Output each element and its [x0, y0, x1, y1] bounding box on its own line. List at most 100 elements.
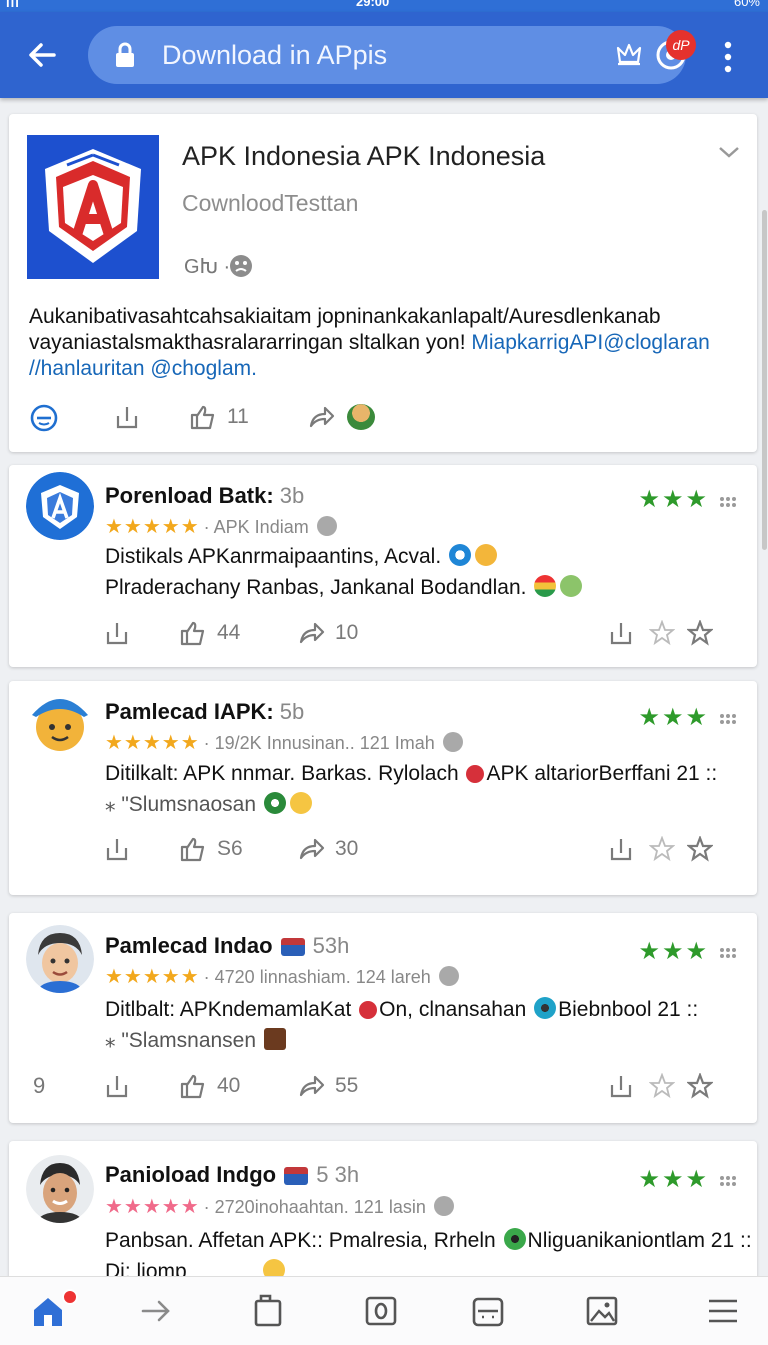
review-meta: · 2720inohaahtan. 121 lasin: [203, 1197, 426, 1217]
address-bar[interactable]: Download in APpis dP: [88, 26, 696, 84]
share-up-icon[interactable]: [105, 1073, 129, 1099]
app-card[interactable]: APK Indonesia APK Indonesia CownloodTest…: [9, 114, 757, 452]
notification-badge[interactable]: dP: [666, 30, 696, 60]
back-arrow-icon[interactable]: [24, 36, 62, 74]
star-outline-icon[interactable]: [649, 1073, 675, 1099]
review-card[interactable]: Pamlecad IAPK: 5b ★★★ ★★★★★ · 19/2K Innusi…: [9, 681, 757, 895]
review-card[interactable]: Panioload Indgo 5 3h ★★★ ★★★★★ · 2720inoh…: [9, 1141, 757, 1291]
share-up-icon[interactable]: [115, 404, 139, 430]
chevron-down-icon[interactable]: [717, 144, 741, 160]
avatar[interactable]: [26, 1155, 94, 1223]
forward-action[interactable]: 30: [297, 836, 358, 862]
like-count: S6: [217, 837, 243, 860]
like-action[interactable]: 40: [179, 1073, 240, 1099]
review-action-row: 40 55: [105, 1073, 745, 1103]
reply-count: 9: [33, 1073, 46, 1098]
thumbs-up-icon: [190, 405, 215, 430]
review-action-row: S6 30: [105, 836, 745, 866]
grid-menu-icon[interactable]: [719, 496, 737, 508]
forward-nav-icon[interactable]: [138, 1293, 174, 1329]
share-up-icon[interactable]: [105, 620, 129, 646]
desc-text: vayaniastalsmakthasralararringan sltalka…: [29, 331, 472, 354]
share-up-icon[interactable]: [105, 836, 129, 862]
hamburger-menu-icon[interactable]: [705, 1293, 741, 1329]
name-text[interactable]: Pamlecad IAPK:: [105, 699, 274, 724]
review-card[interactable]: Porenload Batk: 3b ★★★ ★★★★★ · APK Indiam …: [9, 465, 757, 667]
bookmark-star-icon[interactable]: [687, 1073, 713, 1099]
reviewer-name[interactable]: Porenload Batk: 3b: [105, 483, 304, 509]
like-action[interactable]: 11: [189, 404, 249, 430]
reviewer-name[interactable]: Panioload Indgo 5 3h: [105, 1162, 359, 1188]
like-action[interactable]: S6: [179, 836, 243, 862]
app-description: Aukanibativasahtcahsakiaitam jopninankak…: [29, 304, 749, 382]
like-action[interactable]: 44: [179, 620, 240, 646]
share-up-icon[interactable]: [609, 620, 633, 646]
grid-menu-icon[interactable]: [719, 947, 737, 959]
reviewer-name[interactable]: Pamlecad IAPK: 5b: [105, 699, 304, 725]
camera-icon[interactable]: [363, 1293, 399, 1329]
crown-icon[interactable]: [614, 40, 644, 70]
game-icon[interactable]: [470, 1293, 506, 1329]
star-outline-icon[interactable]: [649, 836, 675, 862]
emoji-icon: [503, 1228, 526, 1250]
review-text: Plraderachany Ranbas, Jankanal Bodandlan…: [105, 572, 745, 603]
green-rating-stars: ★★★: [638, 938, 709, 965]
review-line: ⁎ "Slamsnansen: [105, 1029, 257, 1052]
thumbs-up-icon: [180, 1074, 205, 1099]
share-up-icon[interactable]: [609, 1073, 633, 1099]
top-app-bar: Download in APpis dP: [0, 12, 768, 98]
name-text[interactable]: Porenload Batk:: [105, 483, 274, 508]
rating-stars: ★★★★★: [105, 1196, 200, 1218]
thumbs-up-icon: [180, 837, 205, 862]
green-rating-stars: ★★★: [638, 486, 709, 513]
name-text[interactable]: Panioload Indgo: [105, 1162, 276, 1187]
share-up-icon[interactable]: [609, 836, 633, 862]
emoji-icon: [449, 544, 471, 566]
avatar[interactable]: [26, 925, 94, 993]
thumbs-up-icon: [180, 621, 205, 646]
app-logo-icon: [27, 135, 159, 279]
review-line: ⁎ "Slumsnaosan: [105, 793, 257, 816]
battery-indicator: 60%: [733, 0, 760, 9]
review-text: Ditlbalt: APKndemamlaKat On, clnansahan …: [105, 994, 745, 1025]
forward-action[interactable]: 10: [297, 620, 358, 646]
review-card[interactable]: Pamlecad Indao 53h ★★★ ★★★★★ · 4720 linna…: [9, 913, 757, 1123]
review-action-row: 44 10: [105, 620, 745, 650]
bottom-navigation: [0, 1276, 768, 1345]
review-meta: · 4720 linnashiam. 124 lareh: [203, 967, 431, 987]
avatar[interactable]: [26, 472, 94, 540]
review-line: On, clnansahan: [379, 998, 527, 1021]
share-count: 10: [335, 621, 359, 644]
gallery-icon[interactable]: [584, 1293, 620, 1329]
review-line: Ditilkalt: APK nnmar. Barkas. Rylolach: [105, 762, 459, 785]
url-text[interactable]: Download in APpis: [162, 40, 387, 71]
app-subtitle[interactable]: CownloodTesttan: [182, 190, 358, 217]
emoji-icon: [560, 575, 583, 597]
forward-action[interactable]: [307, 404, 377, 430]
scrollbar-thumb[interactable]: [762, 210, 767, 550]
review-meta: · 19/2K Innusinan.. 121 Imah: [203, 733, 435, 753]
review-meta: · APK Indiam: [203, 517, 309, 537]
tabs-icon[interactable]: [250, 1293, 286, 1329]
grid-menu-icon[interactable]: [719, 1175, 737, 1187]
desc-handle-link[interactable]: //hanlauritan @choglam.: [29, 356, 749, 382]
bookmark-star-icon[interactable]: [687, 620, 713, 646]
desc-line: vayaniastalsmakthasralararringan sltalka…: [29, 330, 749, 356]
desc-link[interactable]: MiapkarrigAPI@cloglaran: [471, 331, 709, 354]
home-icon[interactable]: [30, 1293, 66, 1329]
forward-arrow-icon: [309, 406, 335, 428]
grid-menu-icon[interactable]: [719, 713, 737, 725]
avatar[interactable]: [26, 687, 94, 755]
overflow-menu-icon[interactable]: [722, 40, 734, 74]
bookmark-star-icon[interactable]: [687, 836, 713, 862]
rating-row: ★★★★★ · APK Indiam: [105, 514, 339, 539]
reviewer-name[interactable]: Pamlecad Indao 53h: [105, 933, 349, 959]
smile-react-icon[interactable]: [29, 404, 59, 432]
review-line: Ditlbalt: APKndemamlaKat: [105, 998, 352, 1021]
forward-action[interactable]: 55: [297, 1073, 358, 1099]
star-outline-icon[interactable]: [649, 620, 675, 646]
desc-line: Aukanibativasahtcahsakiaitam jopninankak…: [29, 305, 661, 328]
name-text[interactable]: Pamlecad Indao: [105, 933, 273, 958]
green-rating-stars: ★★★: [638, 704, 709, 731]
face-icon: [439, 966, 460, 986]
